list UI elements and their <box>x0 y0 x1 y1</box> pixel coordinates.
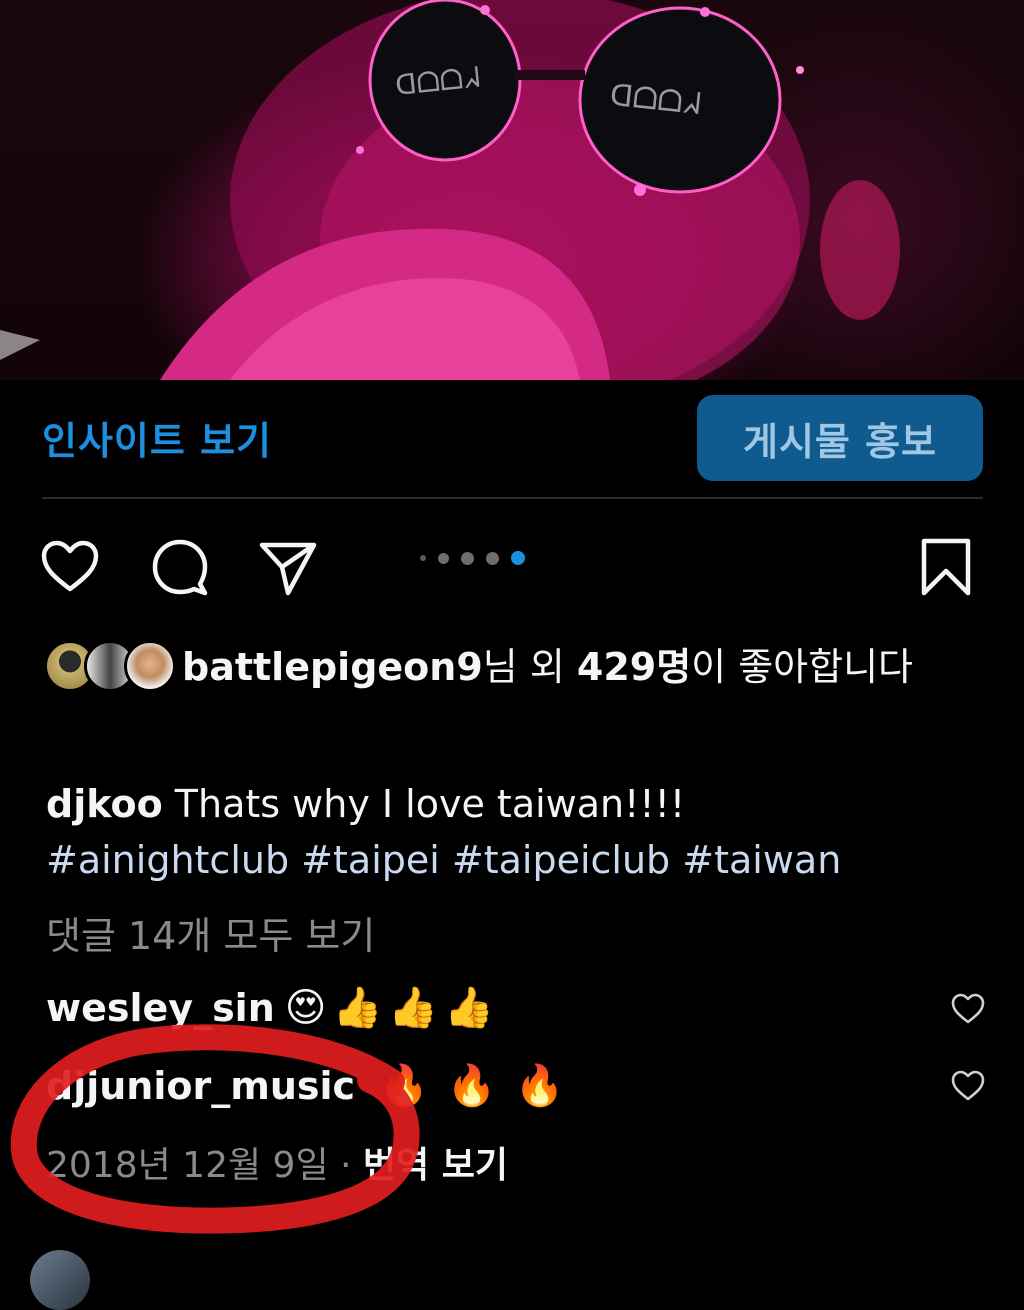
caption-hashtags[interactable]: #ainightclub #taipei #taipeiclub #taiwan <box>46 838 841 882</box>
liker-username[interactable]: battlepigeon9 <box>182 645 483 689</box>
carousel-dot <box>420 555 426 561</box>
heart-icon[interactable] <box>40 537 100 597</box>
carousel-dot <box>438 552 449 564</box>
view-insights-link[interactable]: 인사이트 보기 <box>42 410 272 465</box>
date-separator: · <box>328 1145 363 1186</box>
likes-text-suffix: 이 좋아합니다 <box>691 645 914 689</box>
comment-row: djjunior_music 🔥🔥🔥 <box>46 1062 946 1109</box>
carousel-dot <box>461 551 474 565</box>
comment-icon[interactable] <box>150 537 210 597</box>
comment-like-heart-icon[interactable] <box>950 1068 986 1104</box>
bookmark-icon[interactable] <box>916 537 976 597</box>
promote-post-button[interactable]: 게시물 홍보 <box>697 395 983 481</box>
likes-summary[interactable]: battlepigeon9님 외 429명이 좋아합니다 <box>182 641 982 693</box>
comment-row: wesley_sin 😍👍👍👍 <box>46 984 946 1031</box>
comment-like-heart-icon[interactable] <box>950 991 986 1027</box>
liker-avatars[interactable] <box>44 640 176 692</box>
carousel-dot <box>486 551 499 565</box>
comment-username[interactable]: wesley_sin <box>46 986 275 1030</box>
likes-text-middle: 님 외 <box>482 645 577 689</box>
likes-count[interactable]: 429명 <box>577 645 691 689</box>
caption-text: Thats why I love taiwan!!!! <box>174 782 686 826</box>
comment-text: 😍👍👍👍 <box>284 985 500 1031</box>
comment-username[interactable]: djjunior_music <box>46 1064 355 1108</box>
post-date-text: 2018년 12월 9일 <box>46 1145 329 1186</box>
avatar <box>30 1250 90 1310</box>
comment-text: 🔥🔥🔥 <box>379 1063 583 1109</box>
avatar <box>124 640 176 692</box>
divider <box>42 497 983 499</box>
carousel-dot-active <box>511 551 525 565</box>
caption-username[interactable]: djkoo <box>46 782 163 826</box>
post-caption: djkoo Thats why I love taiwan!!!! #ainig… <box>46 776 986 888</box>
post-photo: ᗡᗝᗝᖽ ᗡᗝᗝᖽ <box>0 0 900 380</box>
see-translation-link[interactable]: 번역 보기 <box>363 1145 508 1186</box>
red-annotation-circle <box>10 1024 420 1234</box>
post-timestamp: 2018년 12월 9일 · 번역 보기 <box>46 1136 508 1188</box>
carousel-indicator <box>420 551 537 565</box>
view-all-comments-link[interactable]: 댓글 14개 모두 보기 <box>46 905 375 960</box>
send-icon[interactable] <box>258 537 318 597</box>
post-media[interactable]: ᗡᗝᗝᖽ ᗡᗝᗝᖽ <box>0 0 1024 380</box>
